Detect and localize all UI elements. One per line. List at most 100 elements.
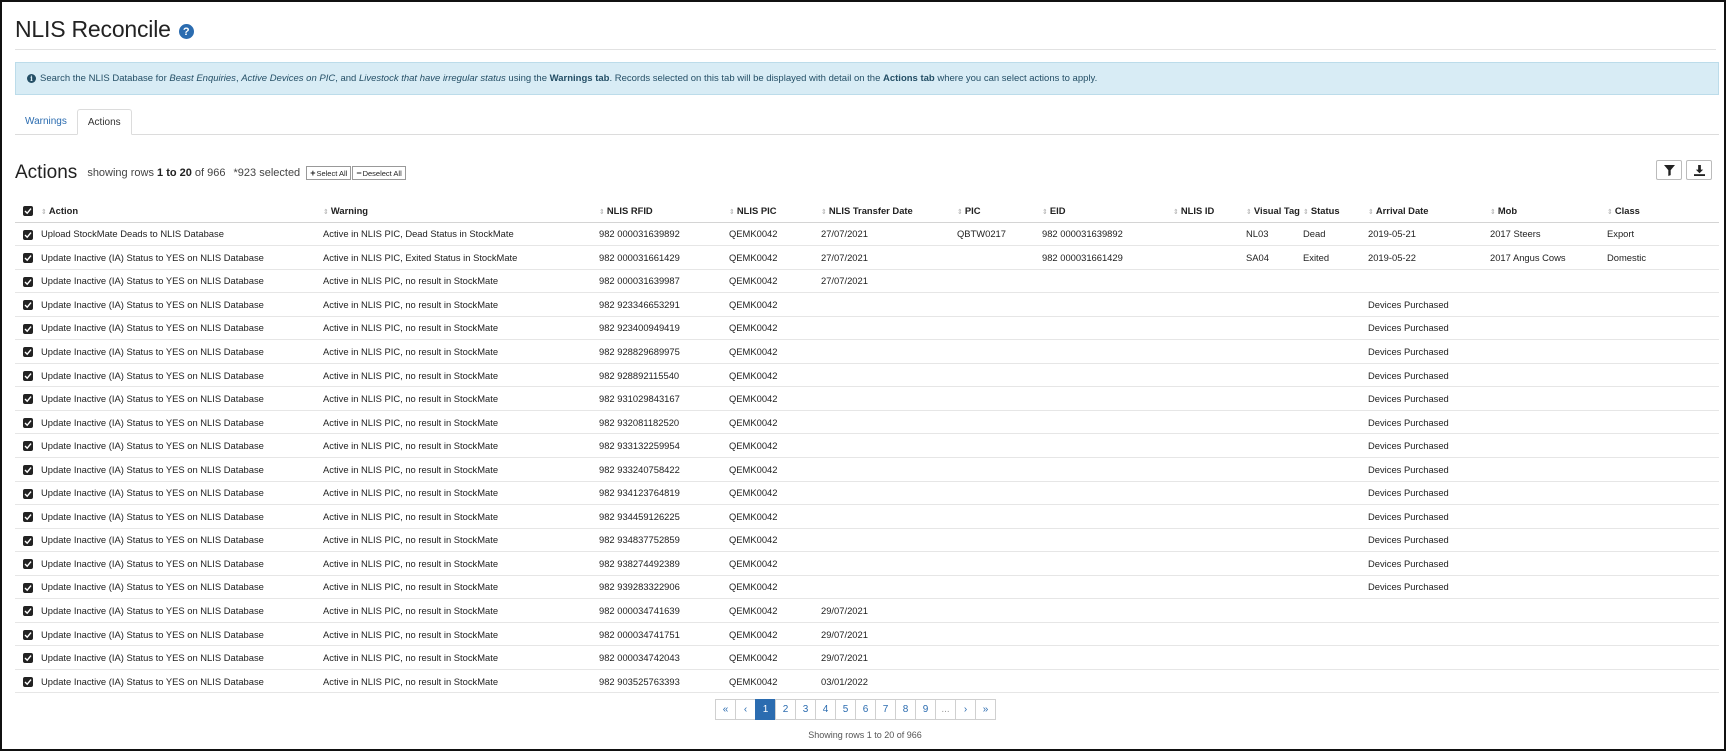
table-row[interactable]: Update Inactive (IA) Status to YES on NL… bbox=[15, 622, 1719, 647]
cell-nlis-id bbox=[1173, 269, 1246, 294]
checkbox-checked-icon[interactable] bbox=[23, 347, 33, 358]
cell-status bbox=[1303, 339, 1368, 364]
checkbox-checked-icon[interactable] bbox=[23, 582, 33, 593]
table-row[interactable]: Update Inactive (IA) Status to YES on NL… bbox=[15, 669, 1719, 694]
checkbox-checked-icon[interactable] bbox=[23, 206, 33, 216]
column-header-warning[interactable]: ⇕ Warning bbox=[323, 199, 599, 223]
checkbox-checked-icon[interactable] bbox=[23, 559, 33, 570]
cell-pic bbox=[957, 410, 1042, 435]
column-header-action[interactable]: ⇕ Action bbox=[41, 199, 323, 223]
cell-visual-tag bbox=[1246, 504, 1303, 529]
checkbox-checked-icon[interactable] bbox=[23, 488, 33, 499]
page-9-button[interactable]: 9 bbox=[915, 699, 936, 720]
table-row[interactable]: Update Inactive (IA) Status to YES on NL… bbox=[15, 598, 1719, 623]
checkbox-checked-icon[interactable] bbox=[23, 276, 33, 287]
page-3-button[interactable]: 3 bbox=[795, 699, 816, 720]
cell-nlis-rfid: 982 933132259954 bbox=[599, 433, 729, 458]
table-row[interactable]: Update Inactive (IA) Status to YES on NL… bbox=[15, 410, 1719, 435]
table-row[interactable]: Update Inactive (IA) Status to YES on NL… bbox=[15, 245, 1719, 270]
column-header-mob[interactable]: ⇕ Mob bbox=[1490, 199, 1607, 223]
cell-warning: Active in NLIS PIC, no result in StockMa… bbox=[323, 363, 599, 388]
column-header-nlis-rfid[interactable]: ⇕ NLIS RFID bbox=[599, 199, 729, 223]
row-select-cell bbox=[15, 316, 41, 341]
table-row[interactable]: Update Inactive (IA) Status to YES on NL… bbox=[15, 269, 1719, 294]
page-7-button[interactable]: 7 bbox=[875, 699, 896, 720]
column-header-visual-tag[interactable]: ⇕ Visual Tag bbox=[1246, 199, 1303, 223]
checkbox-checked-icon[interactable] bbox=[23, 653, 33, 664]
cell-arrival-date: Devices Purchased bbox=[1368, 292, 1490, 317]
checkbox-checked-icon[interactable] bbox=[23, 370, 33, 381]
column-header-pic[interactable]: ⇕ PIC bbox=[957, 199, 1042, 223]
checkbox-checked-icon[interactable] bbox=[23, 512, 33, 523]
column-header-eid[interactable]: ⇕ EID bbox=[1042, 199, 1173, 223]
checkbox-checked-icon[interactable] bbox=[23, 465, 33, 475]
deselect-all-button[interactable]: − Deselect All bbox=[352, 166, 406, 180]
column-header-nlis-id[interactable]: ⇕ NLIS ID bbox=[1173, 199, 1246, 223]
table-row[interactable]: Update Inactive (IA) Status to YES on NL… bbox=[15, 575, 1719, 600]
table-row[interactable]: Update Inactive (IA) Status to YES on NL… bbox=[15, 551, 1719, 576]
table-row[interactable]: Update Inactive (IA) Status to YES on NL… bbox=[15, 363, 1719, 388]
checkbox-checked-icon[interactable] bbox=[23, 394, 33, 405]
cell-nlis-pic: QEMK0042 bbox=[729, 457, 821, 482]
cell-nlis-id bbox=[1173, 645, 1246, 670]
checkbox-checked-icon[interactable] bbox=[23, 606, 33, 617]
cell-eid bbox=[1042, 551, 1173, 576]
page-5-button[interactable]: 5 bbox=[835, 699, 856, 720]
cell-warning: Active in NLIS PIC, no result in StockMa… bbox=[323, 481, 599, 506]
row-select-cell bbox=[15, 410, 41, 435]
table-row[interactable]: Update Inactive (IA) Status to YES on NL… bbox=[15, 481, 1719, 506]
column-header-nlis-pic[interactable]: ⇕ NLIS PIC bbox=[729, 199, 821, 223]
checkbox-checked-icon[interactable] bbox=[23, 417, 33, 428]
cell-nlis-id bbox=[1173, 598, 1246, 623]
column-header-class[interactable]: ⇕ Class bbox=[1607, 199, 1719, 223]
prev-page-button[interactable]: ‹ bbox=[735, 699, 756, 720]
cell-nlis-id bbox=[1173, 575, 1246, 600]
cell-class bbox=[1607, 433, 1719, 458]
table-row[interactable]: Upload StockMate Deads to NLIS Database A… bbox=[15, 222, 1719, 247]
page-1-button[interactable]: 1 bbox=[755, 699, 776, 720]
page-2-button[interactable]: 2 bbox=[775, 699, 796, 720]
select-all-button[interactable]: + Select All bbox=[306, 166, 352, 180]
table-row[interactable]: Update Inactive (IA) Status to YES on NL… bbox=[15, 292, 1719, 317]
checkbox-checked-icon[interactable] bbox=[23, 229, 33, 240]
table-row[interactable]: Update Inactive (IA) Status to YES on NL… bbox=[15, 433, 1719, 458]
column-header-status[interactable]: ⇕ Status bbox=[1303, 199, 1368, 223]
cell-nlis-transfer-date bbox=[821, 363, 957, 388]
info-banner: i Search the NLIS Database for Beast Enq… bbox=[15, 62, 1719, 95]
cell-mob bbox=[1490, 269, 1607, 294]
table-row[interactable]: Update Inactive (IA) Status to YES on NL… bbox=[15, 457, 1719, 482]
next-page-button[interactable]: › bbox=[955, 699, 976, 720]
cell-nlis-rfid: 982 934837752859 bbox=[599, 528, 729, 553]
page-6-button[interactable]: 6 bbox=[855, 699, 876, 720]
table-row[interactable]: Update Inactive (IA) Status to YES on NL… bbox=[15, 316, 1719, 341]
table-row[interactable]: Update Inactive (IA) Status to YES on NL… bbox=[15, 645, 1719, 670]
page-8-button[interactable]: 8 bbox=[895, 699, 916, 720]
checkbox-checked-icon[interactable] bbox=[23, 441, 33, 452]
question-circle-icon[interactable]: ? bbox=[178, 24, 194, 39]
tab-actions[interactable]: Actions bbox=[76, 109, 132, 135]
tab-warnings[interactable]: Warnings bbox=[15, 108, 77, 134]
cell-nlis-rfid: 982 923400949419 bbox=[599, 316, 729, 341]
filter-button[interactable] bbox=[1656, 160, 1682, 180]
table-row[interactable]: Update Inactive (IA) Status to YES on NL… bbox=[15, 528, 1719, 553]
checkbox-checked-icon[interactable] bbox=[23, 629, 33, 640]
cell-eid bbox=[1042, 410, 1173, 435]
table-row[interactable]: Update Inactive (IA) Status to YES on NL… bbox=[15, 504, 1719, 529]
checkbox-checked-icon[interactable] bbox=[23, 253, 33, 264]
table-row[interactable]: Update Inactive (IA) Status to YES on NL… bbox=[15, 339, 1719, 364]
column-header-arrival-date[interactable]: ⇕ Arrival Date bbox=[1368, 199, 1490, 223]
table-row[interactable]: Update Inactive (IA) Status to YES on NL… bbox=[15, 386, 1719, 411]
checkbox-checked-icon[interactable] bbox=[23, 300, 33, 311]
download-button[interactable] bbox=[1686, 160, 1712, 180]
column-header-nlis-transfer-date[interactable]: ⇕ NLIS Transfer Date bbox=[821, 199, 957, 223]
first-page-button[interactable]: « bbox=[715, 699, 736, 720]
actions-table: ⇕ Action ⇕ Warning ⇕ NLIS RFID ⇕ NLIS PIC ⇕ N… bbox=[15, 199, 1719, 694]
page-4-button[interactable]: 4 bbox=[815, 699, 836, 720]
checkbox-checked-icon[interactable] bbox=[23, 323, 33, 334]
checkbox-checked-icon[interactable] bbox=[23, 676, 33, 687]
checkbox-checked-icon[interactable] bbox=[23, 535, 33, 546]
last-page-button[interactable]: » bbox=[975, 699, 996, 720]
cell-nlis-rfid: 982 934459126225 bbox=[599, 504, 729, 529]
row-select-cell bbox=[15, 222, 41, 247]
cell-visual-tag bbox=[1246, 622, 1303, 647]
